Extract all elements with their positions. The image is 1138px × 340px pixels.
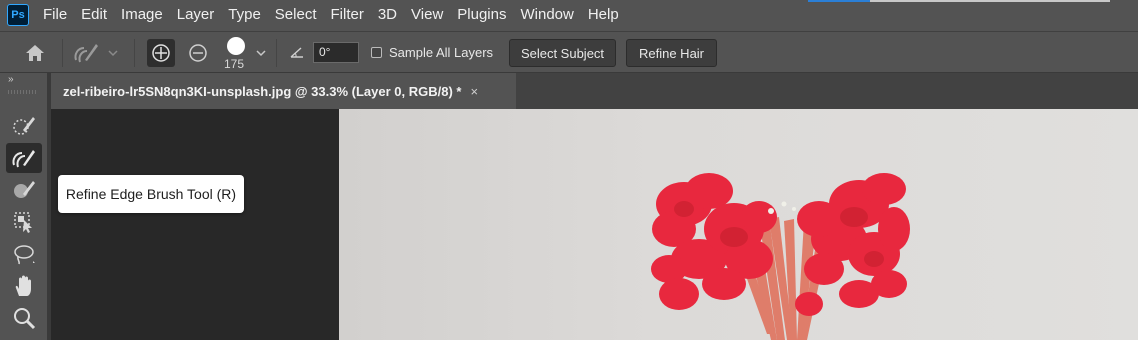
lasso-icon xyxy=(11,242,37,266)
zoom-icon xyxy=(12,306,36,330)
sample-all-layers-label[interactable]: Sample All Layers xyxy=(389,45,493,60)
menu-layer[interactable]: Layer xyxy=(170,0,222,30)
hand-icon xyxy=(13,274,35,298)
menu-file[interactable]: File xyxy=(36,0,74,30)
tool-quick-selection[interactable] xyxy=(6,111,42,141)
chevron-down-icon[interactable] xyxy=(254,44,268,62)
menu-help[interactable]: Help xyxy=(581,0,626,30)
canvas-image[interactable] xyxy=(339,109,1138,340)
menu-window[interactable]: Window xyxy=(513,0,580,30)
home-icon[interactable] xyxy=(22,41,48,65)
close-icon[interactable]: × xyxy=(470,84,478,99)
minus-circle-icon xyxy=(187,42,209,64)
angle-input[interactable]: 0° xyxy=(313,42,359,63)
tool-tooltip: Refine Edge Brush Tool (R) xyxy=(58,175,244,213)
menu-image[interactable]: Image xyxy=(114,0,170,30)
menu-filter[interactable]: Filter xyxy=(324,0,371,30)
refine-edge-brush-icon xyxy=(10,146,38,170)
menu-select[interactable]: Select xyxy=(268,0,324,30)
subtract-from-selection-button[interactable] xyxy=(184,39,212,67)
menu-view[interactable]: View xyxy=(404,0,450,30)
options-separator xyxy=(276,39,277,67)
sample-all-layers-checkbox[interactable] xyxy=(371,47,382,58)
menu-type[interactable]: Type xyxy=(221,0,268,30)
refine-hair-button[interactable]: Refine Hair xyxy=(626,39,717,67)
tool-zoom[interactable] xyxy=(6,303,42,333)
photoshop-logo-icon[interactable]: Ps xyxy=(7,4,29,26)
tool-hand[interactable] xyxy=(6,271,42,301)
tool-object-selection[interactable] xyxy=(6,207,42,237)
tool-brush[interactable] xyxy=(6,175,42,205)
brush-preset-icon[interactable] xyxy=(225,35,247,57)
menu-3d[interactable]: 3D xyxy=(371,0,404,30)
menu-edit[interactable]: Edit xyxy=(74,0,114,30)
options-bar: 175 0° Sample All Layers Select Subject … xyxy=(0,31,1138,73)
panel-grip[interactable] xyxy=(8,90,38,94)
tool-preset-picker[interactable] xyxy=(70,39,102,67)
brush-icon xyxy=(11,178,37,202)
chevron-down-icon[interactable] xyxy=(106,44,120,62)
angle-icon xyxy=(288,43,306,61)
document-tab-title[interactable]: zel-ribeiro-lr5SN8qn3KI-unsplash.jpg @ 3… xyxy=(63,84,461,99)
options-separator xyxy=(62,39,63,67)
tools-panel: » xyxy=(0,73,47,340)
quick-selection-icon xyxy=(11,114,37,138)
select-subject-button[interactable]: Select Subject xyxy=(509,39,616,67)
tool-lasso[interactable] xyxy=(6,239,42,269)
document-tab[interactable]: zel-ribeiro-lr5SN8qn3KI-unsplash.jpg @ 3… xyxy=(51,73,516,109)
title-accent-bar xyxy=(808,0,870,2)
plus-circle-icon xyxy=(150,42,172,64)
add-to-selection-button[interactable] xyxy=(147,39,175,67)
menu-plugins[interactable]: Plugins xyxy=(450,0,513,30)
document-tab-strip: zel-ribeiro-lr5SN8qn3KI-unsplash.jpg @ 3… xyxy=(51,73,1138,109)
tool-refine-edge-brush[interactable] xyxy=(6,143,42,173)
collapse-panel-icon[interactable]: » xyxy=(8,74,13,85)
menu-bar: Ps File Edit Image Layer Type Select Fil… xyxy=(0,0,1138,30)
refine-edge-brush-icon xyxy=(72,40,100,66)
object-selection-icon xyxy=(12,210,36,234)
title-accent-bar-light xyxy=(870,0,1110,2)
options-separator xyxy=(134,39,135,67)
brush-size-value: 175 xyxy=(224,57,245,71)
flower-image xyxy=(651,173,910,340)
